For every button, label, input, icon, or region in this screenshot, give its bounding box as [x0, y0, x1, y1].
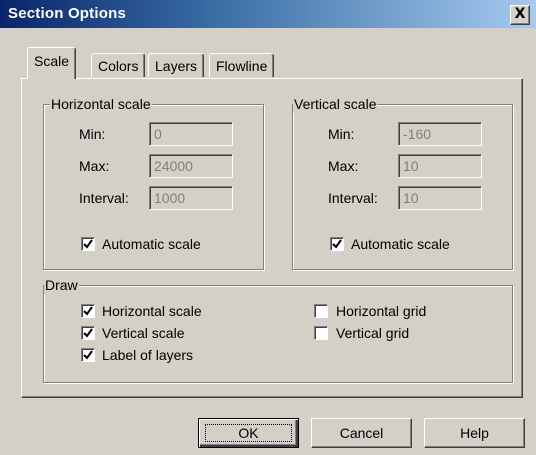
tab-layers[interactable]: Layers — [148, 53, 205, 77]
ok-button[interactable]: OK — [198, 418, 299, 448]
draw-horizontal-scale-label: Horizontal scale — [102, 303, 202, 319]
tab-flowline-label: Flowline — [216, 58, 268, 74]
draw-vertical-scale-checkbox[interactable] — [81, 326, 95, 340]
draw-label-of-layers-label: Label of layers — [102, 347, 194, 363]
h-min-field[interactable]: 0 — [149, 122, 233, 146]
v-automatic-scale-checkbox[interactable] — [330, 237, 344, 251]
draw-vertical-grid-label: Vertical grid — [336, 325, 410, 341]
v-max-field[interactable]: 10 — [398, 154, 482, 178]
checkmark-icon — [83, 239, 93, 249]
cancel-button[interactable]: Cancel — [311, 418, 412, 448]
checkmark-icon — [83, 306, 93, 316]
horizontal-scale-legend: Horizontal scale — [50, 95, 152, 113]
window-title: Section Options — [8, 5, 127, 22]
vertical-scale-legend: Vertical scale — [293, 95, 378, 113]
v-max-label: Max: — [328, 158, 359, 174]
tab-flowline[interactable]: Flowline — [209, 53, 275, 77]
help-button[interactable]: Help — [424, 418, 525, 448]
close-button[interactable]: X — [510, 5, 530, 25]
horizontal-scale-group: Horizontal scale Min: 0 Max: 24000 Inter… — [43, 95, 264, 270]
draw-legend: Draw — [44, 276, 79, 294]
tab-colors[interactable]: Colors — [91, 53, 146, 77]
help-button-label: Help — [460, 425, 489, 441]
checkmark-icon — [83, 328, 93, 338]
h-automatic-scale-checkbox[interactable] — [81, 237, 95, 251]
tab-colors-label: Colors — [98, 58, 139, 74]
h-automatic-scale-label: Automatic scale — [102, 236, 201, 252]
v-interval-label: Interval: — [328, 190, 378, 206]
draw-horizontal-scale-checkbox[interactable] — [81, 304, 95, 318]
h-max-field[interactable]: 24000 — [149, 154, 233, 178]
draw-horizontal-grid-checkbox[interactable] — [314, 304, 328, 318]
h-min-label: Min: — [79, 126, 106, 142]
h-interval-label: Interval: — [79, 190, 129, 206]
checkmark-icon — [83, 350, 93, 360]
tab-panel-scale: Horizontal scale Min: 0 Max: 24000 Inter… — [21, 78, 523, 398]
checkmark-icon — [332, 239, 342, 249]
v-interval-field[interactable]: 10 — [398, 186, 482, 210]
tab-scale[interactable]: Scale — [27, 47, 77, 79]
v-min-label: Min: — [328, 126, 355, 142]
draw-group: Draw Horizontal scale Vertical scale Lab… — [43, 276, 513, 383]
tab-layers-label: Layers — [155, 58, 198, 74]
draw-vertical-grid-checkbox[interactable] — [314, 326, 328, 340]
draw-vertical-scale-label: Vertical scale — [102, 325, 185, 341]
h-max-label: Max: — [79, 158, 110, 174]
cancel-button-label: Cancel — [339, 425, 384, 441]
title-bar[interactable]: Section Options X — [0, 0, 536, 28]
ok-button-label: OK — [238, 425, 259, 441]
tab-scale-label: Scale — [34, 53, 70, 69]
close-icon: X — [514, 6, 526, 22]
vertical-scale-group: Vertical scale Min: -160 Max: 10 Interva… — [292, 95, 513, 270]
v-min-field[interactable]: -160 — [398, 122, 482, 146]
draw-horizontal-grid-label: Horizontal grid — [336, 303, 427, 319]
v-automatic-scale-label: Automatic scale — [351, 236, 450, 252]
h-interval-field[interactable]: 1000 — [149, 186, 233, 210]
draw-label-of-layers-checkbox[interactable] — [81, 348, 95, 362]
